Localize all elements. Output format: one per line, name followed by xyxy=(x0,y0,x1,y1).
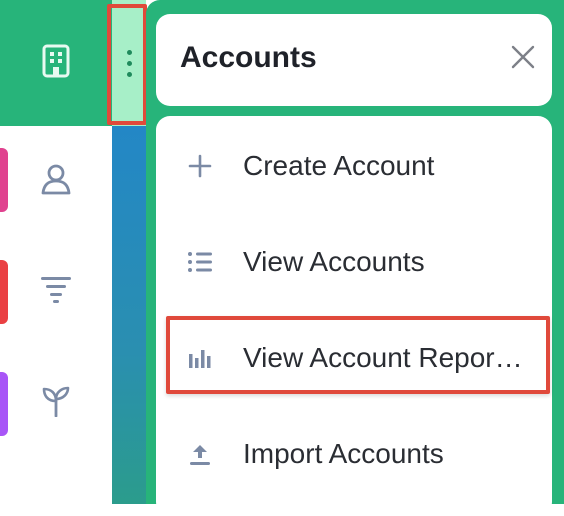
rail-item-accounts[interactable] xyxy=(0,0,112,126)
menu-item-view-accounts[interactable]: View Accounts xyxy=(156,227,552,297)
panel-title: Accounts xyxy=(180,41,317,74)
plus-icon xyxy=(186,152,214,180)
close-button[interactable] xyxy=(508,44,538,74)
menu-item-import-accounts[interactable]: Import Accounts xyxy=(156,419,552,489)
rail-item-contacts[interactable] xyxy=(0,134,112,228)
funnel-icon xyxy=(39,274,73,309)
menu-item-label: Import Accounts xyxy=(243,438,444,469)
menu-item-label: View Accounts xyxy=(243,246,425,277)
contact-icon xyxy=(39,162,73,201)
panel-header: Accounts xyxy=(156,14,552,106)
rail-item-opportunities[interactable] xyxy=(0,356,112,450)
rail-item-leads[interactable] xyxy=(0,244,112,338)
highlight-box-kebab xyxy=(107,4,147,125)
menu-item-create-account[interactable]: Create Account xyxy=(156,131,552,201)
close-icon xyxy=(511,45,535,74)
upload-icon xyxy=(186,440,214,468)
sprout-icon xyxy=(41,385,71,422)
module-tab-strip xyxy=(112,126,146,504)
highlight-box-view-account-reports xyxy=(166,316,550,394)
list-icon xyxy=(186,248,214,276)
building-icon xyxy=(41,44,71,83)
menu-item-label: Create Account xyxy=(243,150,435,181)
accounts-menu-panel: Accounts Create Account View Accounts Vi… xyxy=(146,0,564,516)
